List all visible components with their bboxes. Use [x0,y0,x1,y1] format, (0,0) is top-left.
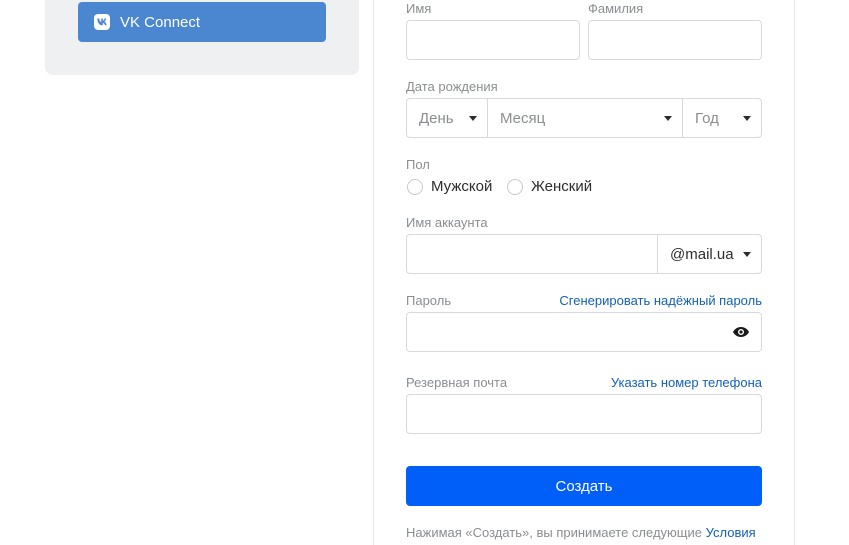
birth-date-label: Дата рождения [406,79,498,94]
vk-connect-label: VK Connect [120,13,201,31]
radio-button[interactable] [507,178,523,195]
chevron-down-icon [664,116,672,121]
chevron-down-icon [743,116,751,121]
domain-select[interactable]: @mail.ua [657,235,761,273]
vk-logo-icon [94,14,110,30]
last-name-input[interactable] [588,20,762,60]
year-placeholder: Год [695,109,719,127]
gender-option-female[interactable]: Женский [507,178,592,195]
create-account-button[interactable]: Создать [406,466,762,506]
gender-option-female-label: Женский [531,178,593,195]
terms-notice: Нажимая «Создать», вы принимаете следующ… [406,525,756,541]
day-select[interactable]: День [407,99,487,137]
form-panel-border-right [794,0,795,545]
account-name-input[interactable] [407,235,657,273]
gender-option-male[interactable]: Мужской [407,178,492,195]
radio-button[interactable] [407,178,423,195]
year-select[interactable]: Год [682,99,761,137]
month-placeholder: Месяц [500,109,546,127]
chevron-down-icon [743,252,751,257]
backup-email-label: Резервная почта [406,375,508,390]
terms-text: Нажимая «Создать», вы принимаете следующ… [406,525,702,540]
eye-icon[interactable] [732,325,750,339]
terms-link[interactable]: Условия [706,525,756,540]
account-name-label: Имя аккаунта [406,215,488,230]
domain-value: @mail.ua [670,245,734,263]
gender-label: Пол [406,157,430,172]
backup-email-input[interactable] [406,394,762,434]
account-name-group: @mail.ua [406,234,762,274]
first-name-input[interactable] [406,20,580,60]
phone-number-link[interactable]: Указать номер телефона [560,375,762,391]
gender-option-male-label: Мужской [431,178,493,195]
chevron-down-icon [469,116,477,121]
last-name-label: Фамилия [588,1,644,16]
form-panel-border-left [373,0,374,545]
vk-connect-button[interactable]: VK Connect [78,2,326,42]
generate-password-link[interactable]: Сгенерировать надёжный пароль [540,293,762,309]
first-name-label: Имя [406,1,432,16]
month-select[interactable]: Месяц [487,99,682,137]
day-placeholder: День [419,109,454,127]
birth-date-group: День Месяц Год [406,98,762,138]
password-label: Пароль [406,293,452,308]
password-input[interactable] [406,312,762,352]
